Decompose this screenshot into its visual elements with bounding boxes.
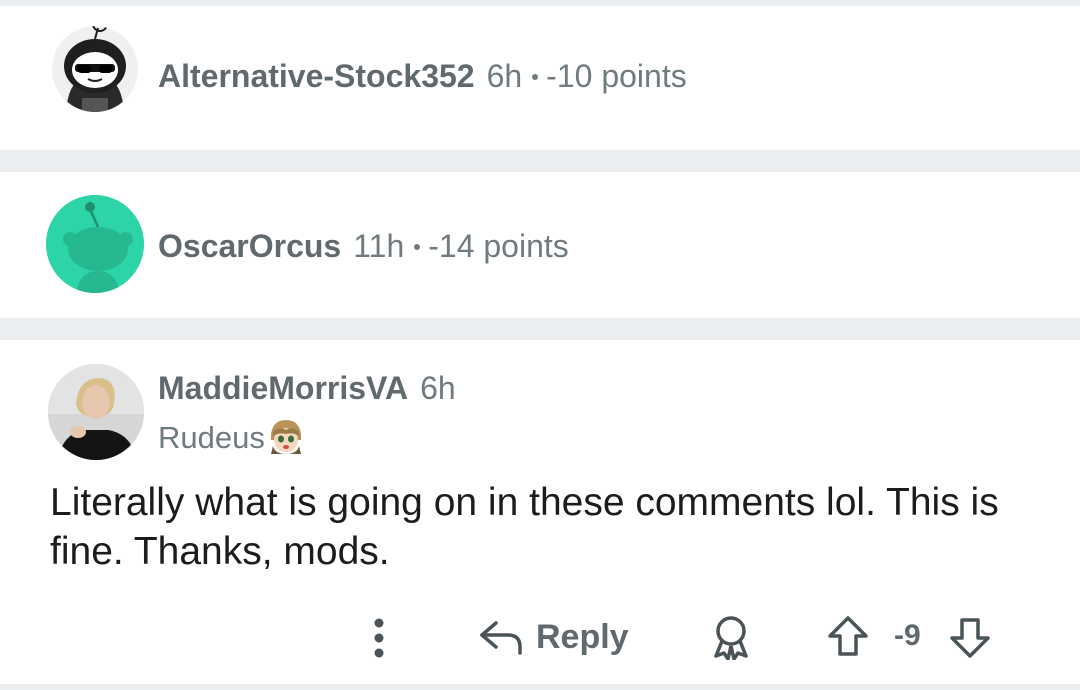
reply-label: Reply xyxy=(536,617,629,656)
separator-dot xyxy=(414,243,421,250)
comment-3-username[interactable]: MaddieMorrisVA xyxy=(158,370,408,406)
snoo-default-teal-avatar-icon xyxy=(46,195,144,293)
snoo-hooded-sunglasses-avatar-icon xyxy=(52,26,138,112)
user-avatar-3[interactable] xyxy=(48,364,144,460)
upvote-arrow-icon xyxy=(828,616,868,656)
comment-1-age: 6h xyxy=(486,58,523,94)
user-avatar-1[interactable] xyxy=(52,26,138,112)
vertical-ellipsis-icon xyxy=(374,618,384,658)
award-icon xyxy=(714,616,748,660)
collapsed-comment-2[interactable]: OscarOrcus 11h -14 points xyxy=(0,190,1080,293)
comment-action-bar: Reply -9 xyxy=(0,600,1080,670)
divider-2 xyxy=(0,318,1080,340)
comment-thread: Alternative-Stock352 6h -10 points OscarOr… xyxy=(0,0,1080,690)
vote-score-value: -9 xyxy=(894,619,921,652)
reply-arrow-icon xyxy=(480,621,522,655)
comment-1-points: -10 points xyxy=(546,58,687,94)
more-options-button[interactable] xyxy=(366,616,392,660)
comment-2-age: 11h xyxy=(353,228,405,264)
divider-1 xyxy=(0,150,1080,172)
divider-top xyxy=(0,0,1080,6)
rudeus-anime-emoji-icon xyxy=(267,420,305,462)
comment-3-age: 6h xyxy=(420,370,456,406)
comment-1-username[interactable]: Alternative-Stock352 xyxy=(158,58,475,94)
separator-dot xyxy=(532,73,539,80)
downvote-arrow-icon xyxy=(950,618,990,658)
comment-2-username[interactable]: OscarOrcus xyxy=(158,228,341,264)
collapsed-comment-1[interactable]: Alternative-Stock352 6h -10 points xyxy=(0,18,1080,118)
user-avatar-2[interactable] xyxy=(46,195,144,293)
user-flair: Rudeus xyxy=(158,420,305,462)
downvote-button[interactable] xyxy=(948,616,992,660)
comment-body: Literally what is going on in these comm… xyxy=(50,481,999,573)
comment-2-meta: OscarOrcus 11h -14 points xyxy=(158,228,569,265)
user-flair-text: Rudeus xyxy=(158,420,265,455)
comment-2-points: -14 points xyxy=(428,228,569,264)
comment-1-meta: Alternative-Stock352 6h -10 points xyxy=(158,58,687,95)
reply-button[interactable]: Reply xyxy=(478,612,629,662)
award-button[interactable] xyxy=(706,614,756,660)
vote-score: -9 xyxy=(894,618,921,654)
upvote-button[interactable] xyxy=(826,614,870,658)
divider-bottom xyxy=(0,684,1080,690)
comment-3-meta: MaddieMorrisVA 6h xyxy=(158,370,456,407)
user-photo-avatar-icon xyxy=(48,364,144,460)
